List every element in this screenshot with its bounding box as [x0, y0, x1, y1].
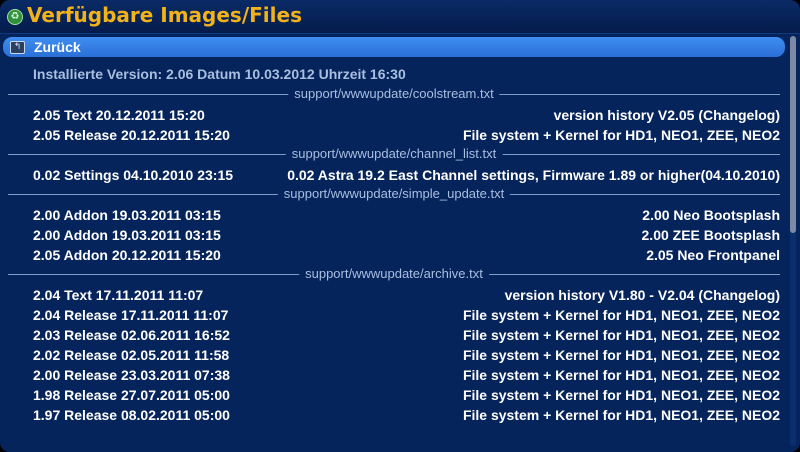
back-button[interactable]: ↰ Zurück	[3, 37, 785, 57]
list-item-left[interactable]: 2.00 Addon 19.03.2011 03:15	[33, 206, 221, 224]
list-item-right[interactable]: 0.02 Astra 19.2 East Channel settings, F…	[287, 166, 780, 184]
section-header: support/wwwupdate/archive.txt	[8, 265, 780, 283]
list-item-right[interactable]: File system + Kernel for HD1, NEO1, ZEE,…	[463, 386, 780, 404]
list-item-left[interactable]: 0.02 Settings 04.10.2010 23:15	[33, 166, 233, 184]
section-header: support/wwwupdate/simple_update.txt	[8, 185, 780, 203]
list-item-right[interactable]: File system + Kernel for HD1, NEO1, ZEE,…	[463, 326, 780, 344]
update-window: ♻ Verfügbare Images/Files ↰ Zurück Insta…	[0, 0, 800, 452]
list-item-right[interactable]: File system + Kernel for HD1, NEO1, ZEE,…	[463, 126, 780, 144]
section-header: support/wwwupdate/coolstream.txt	[8, 85, 780, 103]
back-label: Zurück	[34, 39, 81, 55]
installed-version: Installierte Version: 2.06 Datum 10.03.2…	[33, 66, 406, 82]
list-item-left[interactable]: 2.05 Addon 20.12.2011 15:20	[33, 246, 221, 264]
list-item-right[interactable]: 2.05 Neo Frontpanel	[646, 246, 780, 264]
scrollbar-thumb[interactable]	[790, 36, 796, 233]
window-title: Verfügbare Images/Files	[27, 3, 302, 27]
list-item-right[interactable]: 2.00 Neo Bootsplash	[642, 206, 780, 224]
list-item-left[interactable]: 2.00 Release 23.03.2011 07:38	[33, 366, 230, 384]
list-item-left[interactable]: 1.97 Release 08.02.2011 05:00	[33, 406, 230, 424]
list-item-left[interactable]: 1.98 Release 27.07.2011 05:00	[33, 386, 230, 404]
list-item-left[interactable]: 2.00 Addon 19.03.2011 03:15	[33, 226, 221, 244]
file-list: ↰ Zurück Installierte Version: 2.06 Datu…	[0, 34, 800, 452]
section-path: support/wwwupdate/coolstream.txt	[288, 85, 500, 103]
back-arrow-icon: ↰	[10, 41, 25, 54]
list-item-left[interactable]: 2.04 Release 17.11.2011 11:07	[33, 306, 228, 324]
list-item-left[interactable]: 2.04 Text 17.11.2011 11:07	[33, 286, 203, 304]
list-item-right[interactable]: 2.00 ZEE Bootsplash	[642, 226, 780, 244]
list-item-right[interactable]: File system + Kernel for HD1, NEO1, ZEE,…	[463, 406, 780, 424]
section-path: support/wwwupdate/archive.txt	[299, 265, 489, 283]
list-item-left[interactable]: 2.02 Release 02.05.2011 11:58	[33, 346, 229, 364]
list-item-left[interactable]: 2.03 Release 02.06.2011 16:52	[33, 326, 230, 344]
list-item-right[interactable]: File system + Kernel for HD1, NEO1, ZEE,…	[463, 366, 780, 384]
list-item-right[interactable]: version history V2.05 (Changelog)	[554, 106, 780, 124]
recycle-icon: ♻	[7, 9, 23, 25]
section-path: support/wwwupdate/channel_list.txt	[285, 145, 503, 163]
list-item-right[interactable]: File system + Kernel for HD1, NEO1, ZEE,…	[463, 306, 780, 324]
list-item-right[interactable]: version history V1.80 - V2.04 (Changelog…	[505, 286, 780, 304]
list-item-left[interactable]: 2.05 Text 20.12.2011 15:20	[33, 106, 205, 124]
title-bar: ♻ Verfügbare Images/Files	[0, 0, 800, 34]
list-item-right[interactable]: File system + Kernel for HD1, NEO1, ZEE,…	[463, 346, 780, 364]
section-header: support/wwwupdate/channel_list.txt	[8, 145, 780, 163]
section-path: support/wwwupdate/simple_update.txt	[277, 185, 511, 203]
scrollbar[interactable]	[790, 36, 796, 446]
list-item-left[interactable]: 2.05 Release 20.12.2011 15:20	[33, 126, 230, 144]
